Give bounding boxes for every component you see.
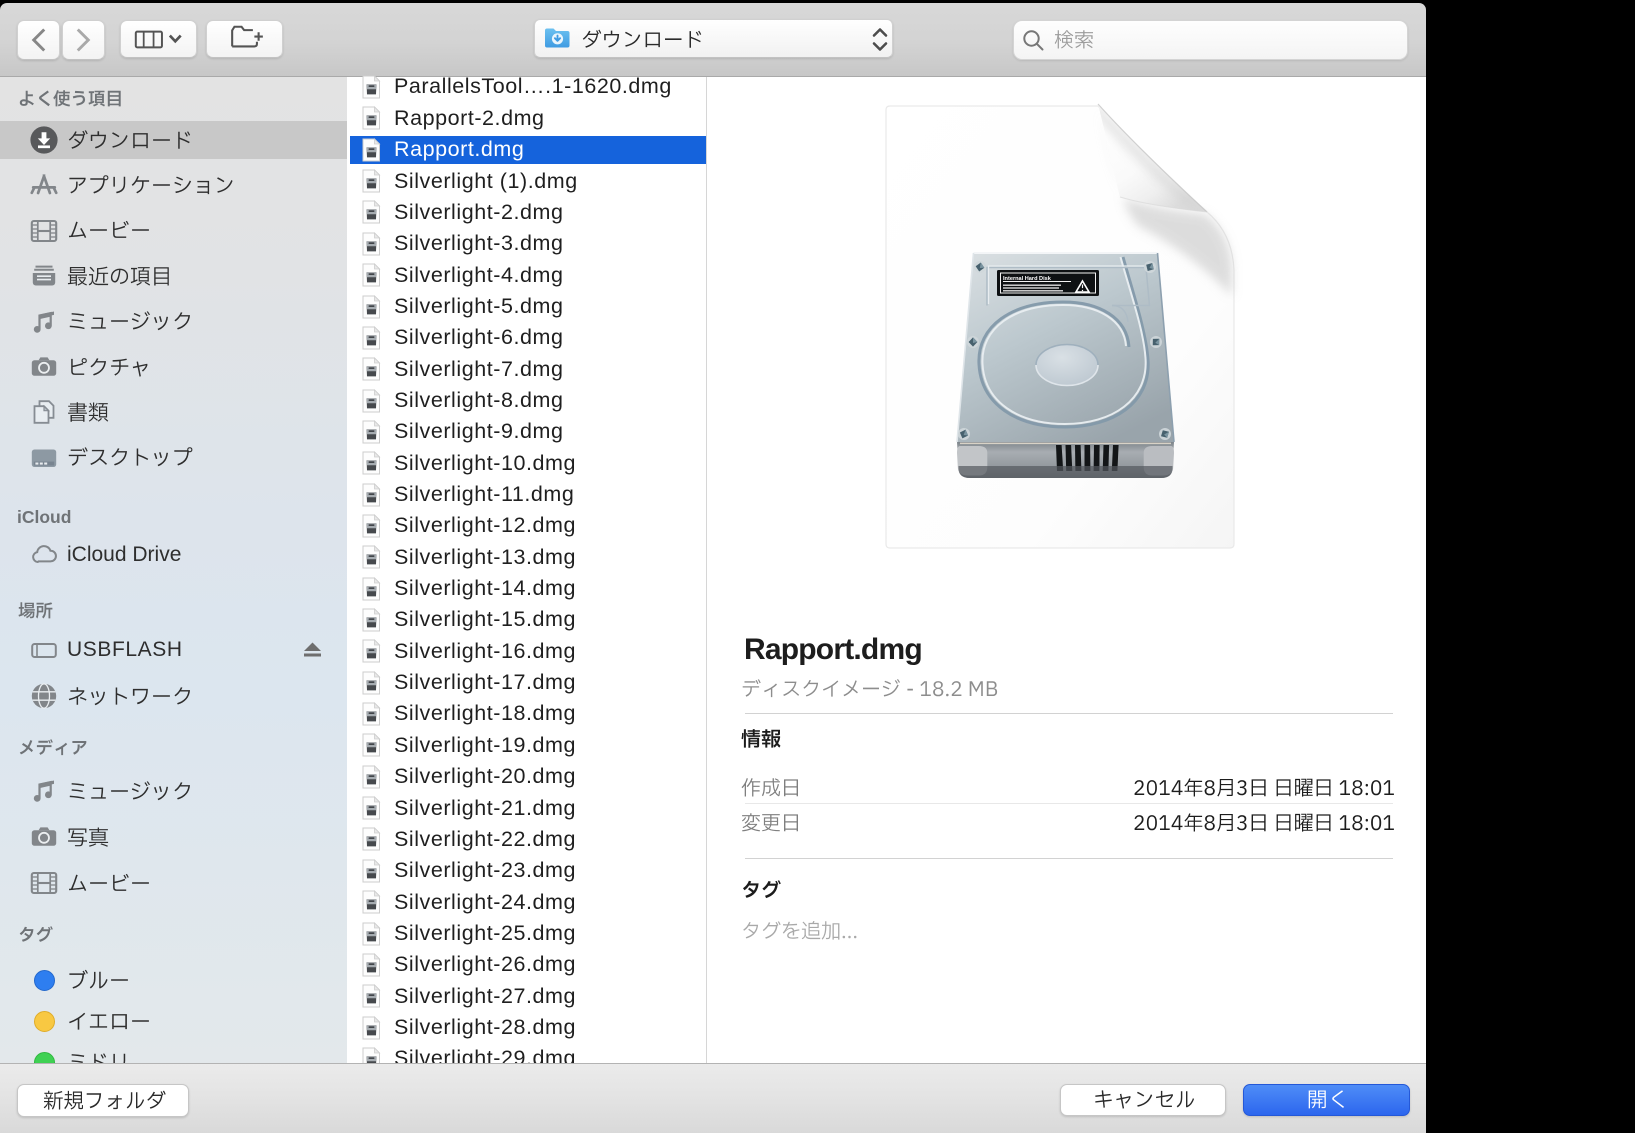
svg-text:Internal Hard Disk: Internal Hard Disk xyxy=(1003,276,1052,282)
